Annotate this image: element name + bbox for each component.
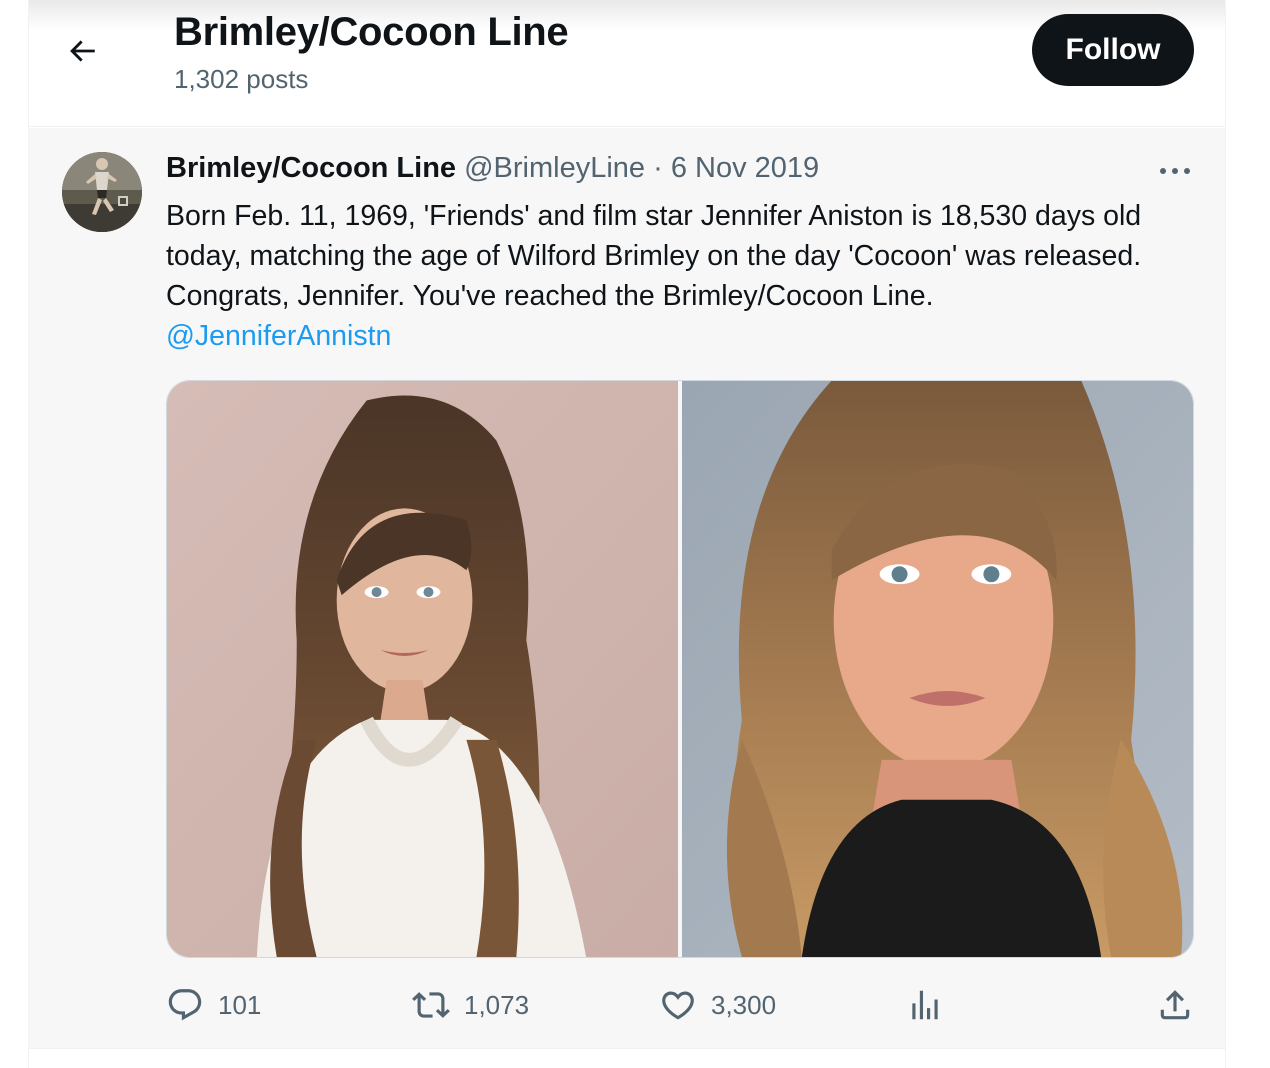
- more-button[interactable]: [1155, 158, 1195, 184]
- avatar[interactable]: [62, 152, 142, 232]
- repost-button[interactable]: 1,073: [412, 983, 529, 1027]
- author-name[interactable]: Brimley/Cocoon Line: [166, 152, 456, 184]
- media-grid: [166, 380, 1194, 958]
- repost-count: 1,073: [464, 989, 530, 1020]
- reply-count: 101: [218, 989, 262, 1020]
- tweet-text: Born Feb. 11, 1969, 'Friends' and film s…: [166, 196, 1176, 356]
- media-image-2[interactable]: [682, 381, 1193, 957]
- share-icon: [1160, 990, 1190, 1020]
- views-button[interactable]: [906, 983, 944, 1027]
- back-button[interactable]: [59, 28, 105, 74]
- more-horizontal-icon: [1160, 168, 1190, 174]
- profile-header: Brimley/Cocoon Line 1,302 posts Follow: [29, 0, 1225, 127]
- reply-icon: [168, 989, 202, 1021]
- like-button[interactable]: 3,300: [659, 983, 776, 1027]
- mention-link[interactable]: @JenniferAnnistn: [166, 316, 391, 356]
- tweet[interactable]: Brimley/Cocoon Line @BrimleyLine · 6 Nov…: [29, 128, 1225, 1049]
- action-bar: 101 1,073 3,300: [166, 983, 1194, 1027]
- repost-icon: [412, 992, 450, 1018]
- page-title: Brimley/Cocoon Line: [174, 10, 569, 54]
- follow-button[interactable]: Follow: [1032, 14, 1194, 86]
- arrow-left-icon: [70, 40, 95, 62]
- tweet-header: Brimley/Cocoon Line @BrimleyLine · 6 Nov…: [166, 152, 819, 185]
- tweet-date[interactable]: 6 Nov 2019: [671, 152, 819, 184]
- share-button[interactable]: [1156, 983, 1194, 1027]
- post-count: 1,302 posts: [174, 64, 309, 94]
- author-handle[interactable]: @BrimleyLine: [464, 152, 645, 184]
- reply-button[interactable]: 101: [166, 983, 261, 1027]
- timeline-column: Brimley/Cocoon Line 1,302 posts Follow B…: [28, 0, 1226, 1068]
- like-icon: [662, 991, 694, 1020]
- like-count: 3,300: [711, 989, 777, 1020]
- tweet-body: Born Feb. 11, 1969, 'Friends' and film s…: [166, 200, 1142, 312]
- separator-dot: ·: [653, 152, 663, 184]
- media-image-1[interactable]: [167, 381, 678, 957]
- views-icon: [912, 990, 938, 1020]
